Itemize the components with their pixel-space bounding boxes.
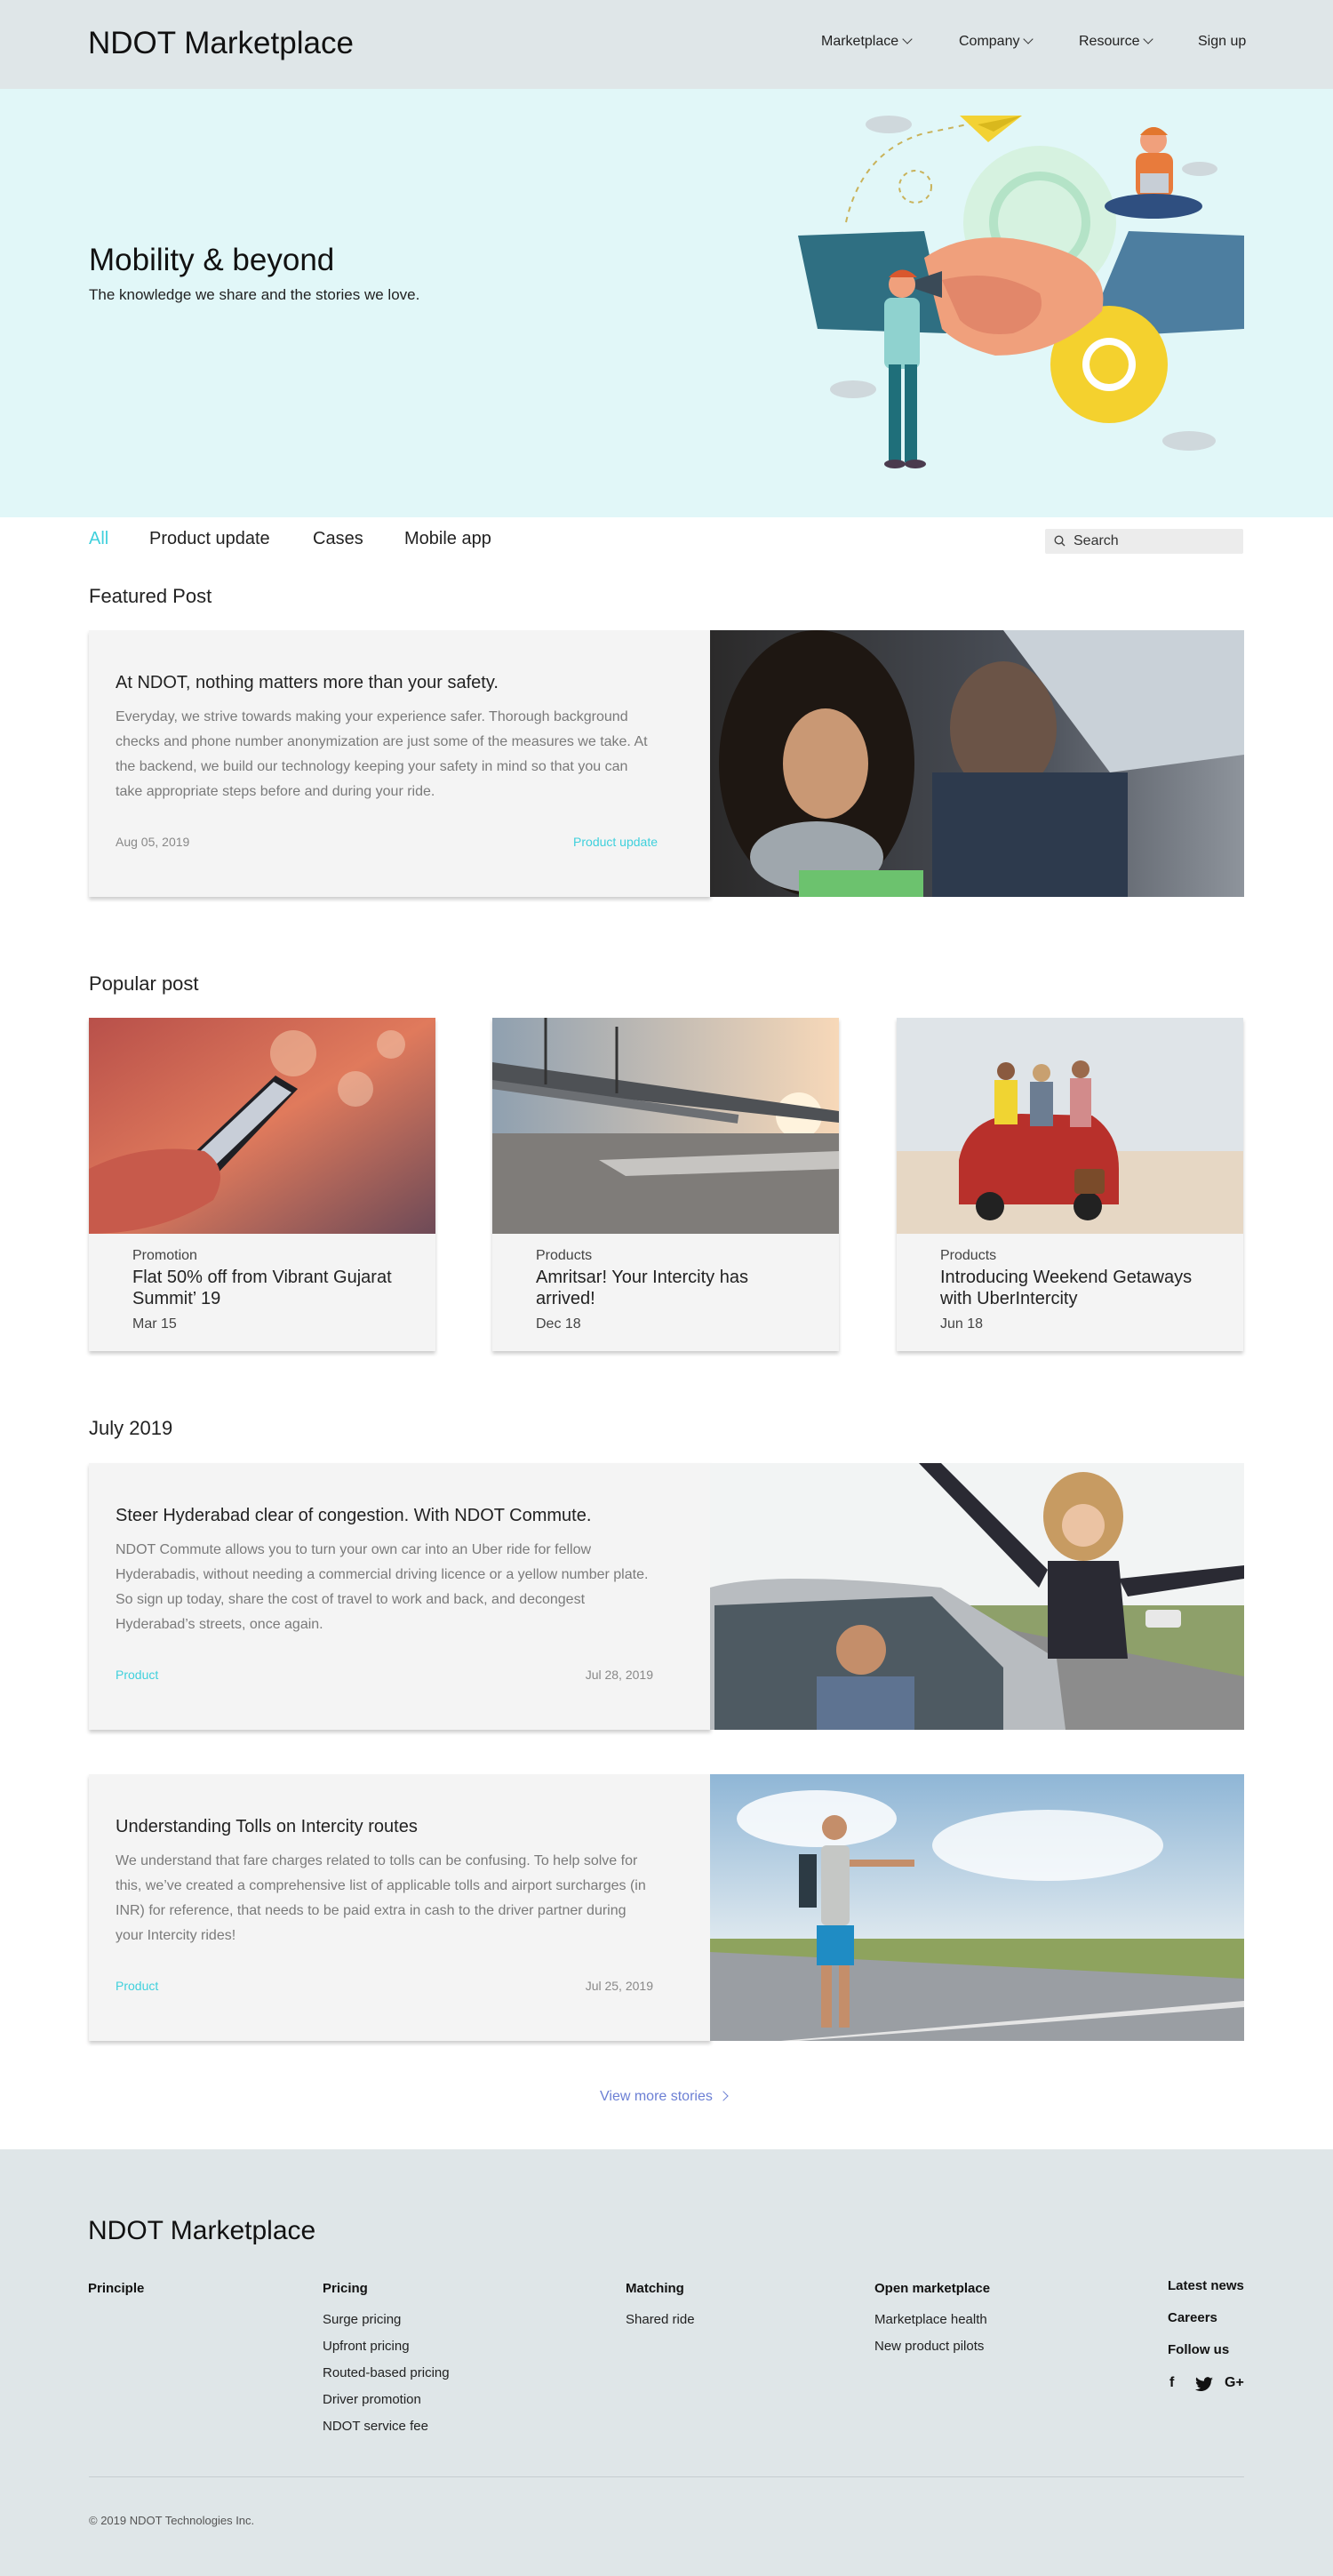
- popular-card-image: [89, 1018, 435, 1234]
- search-input[interactable]: [1074, 532, 1238, 550]
- month-post-category[interactable]: Product: [116, 1668, 158, 1682]
- footer-logo[interactable]: NDOT Marketplace: [88, 2216, 315, 2246]
- footer-divider: [89, 2476, 1244, 2477]
- nav-resource-label: Resource: [1079, 34, 1140, 49]
- popular-card-title[interactable]: Flat 50% off from Vibrant Gujarat Summit…: [132, 1267, 408, 1309]
- footer-logo-light: Marketplace: [170, 2216, 316, 2245]
- popular-card-title[interactable]: Amritsar! Your Intercity has arrived!: [536, 1267, 811, 1309]
- month-post-date: Jul 28, 2019: [585, 1668, 653, 1682]
- month-post-card[interactable]: Steer Hyderabad clear of congestion. Wit…: [89, 1463, 1244, 1730]
- site-footer: NDOT Marketplace Principle Pricing Surge…: [0, 2149, 1333, 2576]
- popular-card-category: Products: [940, 1248, 997, 1263]
- footer-link[interactable]: Shared ride: [626, 2312, 695, 2327]
- view-more-stories-link[interactable]: View more stories: [600, 2089, 729, 2105]
- month-post-title[interactable]: Understanding Tolls on Intercity routes: [116, 1817, 418, 1837]
- footer-link[interactable]: Driver promotion: [323, 2392, 421, 2407]
- featured-post-card[interactable]: At NDOT, nothing matters more than your …: [89, 630, 1244, 897]
- month-post-body: We understand that fare charges related …: [116, 1853, 646, 1943]
- view-more-stories-label: View more stories: [600, 2089, 713, 2104]
- nav-company[interactable]: Company: [959, 34, 1034, 50]
- footer-follow-us: Follow us: [1168, 2342, 1230, 2357]
- footer-logo-bold: NDOT: [88, 2216, 164, 2245]
- featured-post-date: Aug 05, 2019: [116, 835, 190, 849]
- popular-card-date: Mar 15: [132, 1316, 177, 1332]
- popular-card[interactable]: Promotion Flat 50% off from Vibrant Guja…: [89, 1018, 435, 1351]
- footer-careers[interactable]: Careers: [1168, 2310, 1217, 2325]
- footer-link[interactable]: Upfront pricing: [323, 2339, 410, 2354]
- footer-link[interactable]: New product pilots: [874, 2339, 984, 2354]
- month-section-title: July 2019: [89, 1417, 173, 1439]
- filter-mobile-app[interactable]: Mobile app: [404, 529, 491, 549]
- popular-card-category: Promotion: [132, 1248, 197, 1263]
- nav-sign-up[interactable]: Sign up: [1198, 34, 1246, 50]
- chevron-down-icon: [902, 34, 913, 44]
- filter-cases[interactable]: Cases: [313, 529, 363, 549]
- popular-card[interactable]: Products Amritsar! Your Intercity has ar…: [492, 1018, 839, 1351]
- logo-light: Marketplace: [184, 26, 354, 60]
- featured-post-title[interactable]: At NDOT, nothing matters more than your …: [116, 673, 499, 693]
- month-post-card[interactable]: Understanding Tolls on Intercity routes …: [89, 1774, 1244, 2041]
- copyright: © 2019 NDOT Technologies Inc.: [89, 2514, 255, 2527]
- featured-section-title: Featured Post: [89, 585, 212, 607]
- featured-post-category[interactable]: Product update: [573, 835, 658, 849]
- handshake-illustration: [798, 116, 1244, 468]
- footer-heading-matching[interactable]: Matching: [626, 2281, 684, 2296]
- chevron-right-icon: [718, 2091, 729, 2101]
- popular-card-image: [897, 1018, 1243, 1234]
- footer-heading-pricing[interactable]: Pricing: [323, 2281, 368, 2296]
- twitter-icon[interactable]: [1195, 2377, 1213, 2392]
- featured-post-image: [710, 630, 1244, 897]
- popular-section-title: Popular post: [89, 972, 199, 995]
- popular-card[interactable]: Products Introducing Weekend Getaways wi…: [897, 1018, 1243, 1351]
- popular-card-date: Jun 18: [940, 1316, 984, 1332]
- nav-company-label: Company: [959, 34, 1020, 49]
- hero-title: Mobility & beyond: [89, 243, 335, 277]
- nav-marketplace[interactable]: Marketplace: [821, 34, 913, 50]
- footer-link[interactable]: Marketplace health: [874, 2312, 987, 2327]
- popular-card-image: [492, 1018, 839, 1234]
- month-post-category[interactable]: Product: [116, 1979, 158, 1993]
- site-header: NDOT Marketplace Marketplace Company Res…: [0, 0, 1333, 89]
- month-post-body: NDOT Commute allows you to turn your own…: [116, 1542, 649, 1632]
- month-post-text: Steer Hyderabad clear of congestion. Wit…: [89, 1463, 711, 1730]
- nav-marketplace-label: Marketplace: [821, 34, 899, 49]
- footer-link[interactable]: Surge pricing: [323, 2312, 401, 2327]
- popular-card-title[interactable]: Introducing Weekend Getaways with UberIn…: [940, 1267, 1216, 1309]
- month-post-text: Understanding Tolls on Intercity routes …: [89, 1774, 711, 2041]
- chevron-down-icon: [1143, 34, 1154, 44]
- hero-subtitle: The knowledge we share and the stories w…: [89, 286, 420, 303]
- month-post-title[interactable]: Steer Hyderabad clear of congestion. Wit…: [116, 1506, 591, 1526]
- popular-card-category: Products: [536, 1248, 593, 1263]
- month-post-date: Jul 25, 2019: [585, 1979, 653, 1993]
- google-plus-icon[interactable]: G+: [1225, 2375, 1244, 2395]
- chevron-down-icon: [1023, 34, 1034, 44]
- month-post-image: [710, 1774, 1244, 2041]
- logo-bold: NDOT: [88, 26, 176, 60]
- footer-heading-principle[interactable]: Principle: [88, 2281, 144, 2296]
- filter-product-update[interactable]: Product update: [149, 529, 270, 549]
- featured-post-body: Everyday, we strive towards making your …: [116, 709, 648, 799]
- site-logo[interactable]: NDOT Marketplace: [88, 26, 354, 61]
- nav-resource[interactable]: Resource: [1079, 34, 1154, 50]
- featured-post-text: At NDOT, nothing matters more than your …: [89, 630, 711, 897]
- search-icon: [1054, 535, 1066, 547]
- filter-all[interactable]: All: [89, 529, 108, 549]
- footer-link[interactable]: Routed-based pricing: [323, 2365, 450, 2380]
- month-post-image: [710, 1463, 1244, 1730]
- footer-link[interactable]: NDOT service fee: [323, 2419, 428, 2434]
- popular-card-date: Dec 18: [536, 1316, 581, 1332]
- footer-heading-open-marketplace[interactable]: Open marketplace: [874, 2281, 990, 2296]
- hero-banner: Mobility & beyond The knowledge we share…: [0, 89, 1333, 517]
- footer-latest-news[interactable]: Latest news: [1168, 2278, 1244, 2293]
- search-box: [1045, 529, 1243, 554]
- facebook-icon[interactable]: f: [1169, 2375, 1174, 2395]
